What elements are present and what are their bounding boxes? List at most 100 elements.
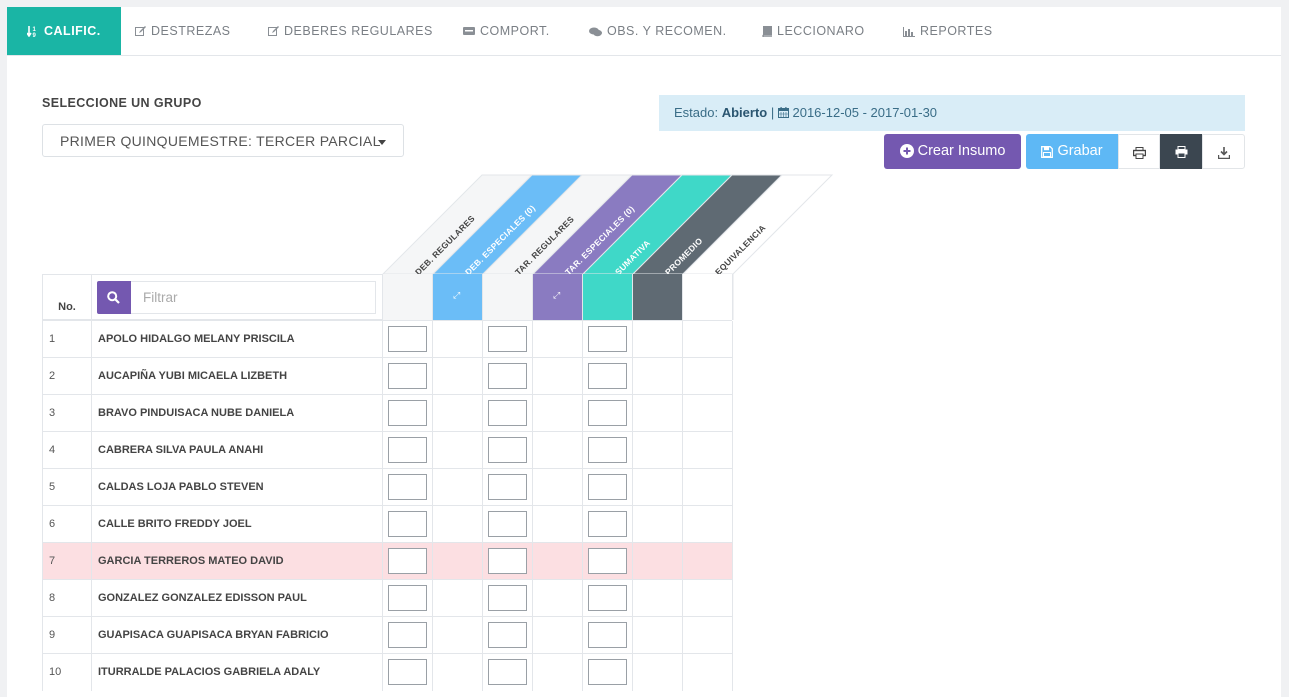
student-name: CALDAS LOJA PABLO STEVEN: [92, 469, 383, 506]
grade-input[interactable]: [588, 659, 627, 685]
bar-chart-icon: [903, 9, 915, 57]
student-name: ITURRALDE PALACIOS GABRIELA ADALY: [92, 654, 383, 691]
grade-cell: [383, 432, 433, 469]
print-icon: [1132, 144, 1146, 160]
floppy-icon: [1041, 143, 1054, 159]
grade-cell: [633, 617, 683, 654]
grade-input[interactable]: [488, 400, 527, 426]
column-header-equivalencia: [683, 274, 733, 320]
table-row: 6 CALLE BRITO FREDDY JOEL: [42, 505, 733, 543]
grade-input[interactable]: [388, 474, 427, 500]
search-button[interactable]: [97, 281, 131, 314]
grade-input[interactable]: [388, 622, 427, 648]
column-header-label: SUMATIVA: [613, 237, 653, 278]
grade-cell: [633, 321, 683, 358]
grade-input[interactable]: [388, 548, 427, 574]
status-separator: |: [770, 105, 775, 120]
expand-icon[interactable]: ⤢: [553, 290, 560, 301]
group-select[interactable]: PRIMER QUINQUEMESTRE: TERCER PARCIAL: [42, 124, 404, 157]
grade-input[interactable]: [588, 511, 627, 537]
grade-input[interactable]: [588, 622, 627, 648]
table-row: 3 BRAVO PINDUISACA NUBE DANIELA: [42, 394, 733, 432]
tab-deberes-regulares[interactable]: DEBERES REGULARES: [268, 7, 433, 55]
grades-panel: 19 CALIFIC. DESTREZAS DEBERES REGULARES …: [7, 7, 1281, 697]
tab-reportes[interactable]: REPORTES: [903, 7, 993, 55]
grade-cell: [533, 580, 583, 617]
grade-cell: [433, 395, 483, 432]
grade-cell: [483, 395, 533, 432]
print-alt-button[interactable]: [1160, 134, 1202, 169]
column-header-deb-especiales-0[interactable]: ⤢: [433, 274, 483, 320]
grade-cell: [533, 358, 583, 395]
grade-input[interactable]: [488, 585, 527, 611]
table-row: 7 GARCIA TERREROS MATEO DAVID: [42, 542, 733, 580]
grade-cell: [433, 654, 483, 691]
edit-icon: [135, 9, 146, 57]
grade-input[interactable]: [388, 363, 427, 389]
tab-leccionaro[interactable]: LECCIONARO: [761, 7, 865, 55]
tab-comport[interactable]: COMPORT.: [463, 7, 550, 55]
grade-input[interactable]: [488, 474, 527, 500]
status-prefix: Estado:: [674, 105, 719, 120]
grade-input[interactable]: [388, 585, 427, 611]
grade-cell: [533, 432, 583, 469]
diagonal-header-shape: [431, 174, 584, 275]
save-button[interactable]: Grabar: [1026, 134, 1118, 169]
column-header-tar-regulares: [483, 274, 533, 320]
grade-cell: [533, 506, 583, 543]
grade-cell: [383, 395, 433, 432]
table-row: 1 APOLO HIDALGO MELANY PRISCILA: [42, 320, 733, 358]
grade-input[interactable]: [588, 326, 627, 352]
grade-input[interactable]: [588, 437, 627, 463]
grade-input[interactable]: [488, 659, 527, 685]
column-header-tar-especiales-0[interactable]: ⤢: [533, 274, 583, 320]
grade-cell: [633, 432, 683, 469]
grade-input[interactable]: [488, 363, 527, 389]
create-insumo-button[interactable]: Crear Insumo: [884, 134, 1021, 169]
grade-input[interactable]: [388, 400, 427, 426]
row-number: 2: [42, 358, 92, 395]
grade-cell: [433, 358, 483, 395]
sort-numeric-icon: 19: [26, 9, 39, 57]
grade-input[interactable]: [488, 548, 527, 574]
filter-input[interactable]: [131, 281, 376, 314]
expand-icon[interactable]: ⤢: [453, 290, 460, 301]
grade-input[interactable]: [388, 659, 427, 685]
grade-cell: [633, 506, 683, 543]
student-name: GARCIA TERREROS MATEO DAVID: [92, 543, 383, 580]
table-row: 10 ITURRALDE PALACIOS GABRIELA ADALY: [42, 653, 733, 691]
grade-input[interactable]: [588, 363, 627, 389]
grade-input[interactable]: [588, 400, 627, 426]
column-header-promedio: [633, 274, 683, 320]
grade-input[interactable]: [388, 326, 427, 352]
student-name: APOLO HIDALGO MELANY PRISCILA: [92, 321, 383, 358]
tab-calific[interactable]: 19 CALIFIC.: [7, 7, 121, 55]
row-number: 6: [42, 506, 92, 543]
grade-input[interactable]: [488, 326, 527, 352]
download-button[interactable]: [1202, 134, 1245, 169]
grade-input[interactable]: [488, 437, 527, 463]
tab-bar: 19 CALIFIC. DESTREZAS DEBERES REGULARES …: [7, 7, 1281, 56]
grade-input[interactable]: [588, 585, 627, 611]
print-button[interactable]: [1118, 134, 1160, 169]
row-number: 3: [42, 395, 92, 432]
student-name: CALLE BRITO FREDDY JOEL: [92, 506, 383, 543]
grade-cell: [583, 395, 633, 432]
grade-input[interactable]: [388, 511, 427, 537]
row-number: 7: [42, 543, 92, 580]
grade-input[interactable]: [588, 548, 627, 574]
grade-input[interactable]: [588, 474, 627, 500]
grade-cell: [633, 654, 683, 691]
grade-cell: [683, 654, 733, 691]
grade-input[interactable]: [388, 437, 427, 463]
grade-cell: [633, 580, 683, 617]
tab-obs-recomen[interactable]: OBS. Y RECOMEN.: [589, 7, 727, 55]
grade-cell: [483, 543, 533, 580]
tab-destrezas[interactable]: DESTREZAS: [135, 7, 231, 55]
row-number: 9: [42, 617, 92, 654]
status-alert: Estado: Abierto | 2016-12-05 - 2017-01-3…: [659, 95, 1245, 131]
grade-input[interactable]: [488, 622, 527, 648]
grade-input[interactable]: [488, 511, 527, 537]
grade-cell: [383, 543, 433, 580]
group-select-value: PRIMER QUINQUEMESTRE: TERCER PARCIAL: [60, 133, 381, 149]
